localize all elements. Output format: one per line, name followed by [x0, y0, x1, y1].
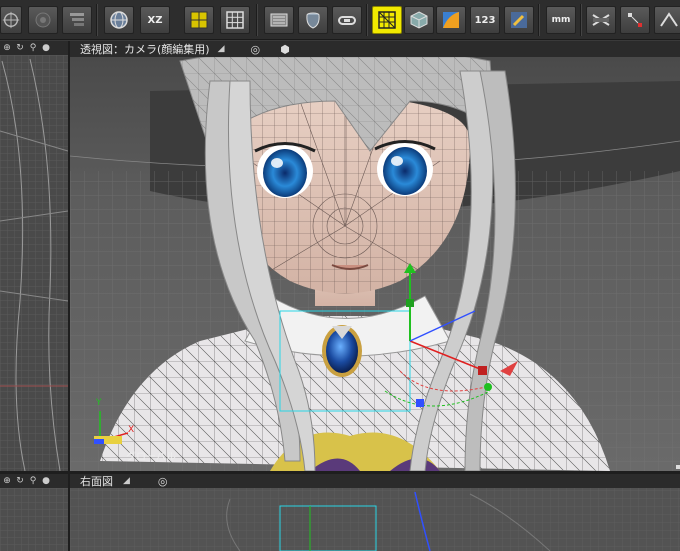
left-viewport-grid: [0, 55, 68, 471]
rotate-mini-icon[interactable]: ↻: [15, 43, 25, 53]
left-viewport[interactable]: ⊕ ↻ ⚲ ●: [0, 41, 68, 471]
right-view-title[interactable]: 右面図: [80, 474, 113, 489]
texture-icon: [443, 12, 459, 28]
snap-tool-button[interactable]: [28, 6, 58, 34]
wireframe-icon: [378, 11, 396, 29]
zoom-mini-icon[interactable]: ⚲: [28, 476, 38, 486]
dropdown-arrow-icon[interactable]: ◢: [218, 44, 225, 54]
surface-icon: [270, 13, 288, 27]
scene-render: [70, 45, 680, 471]
sphere-mini-icon[interactable]: ●: [41, 476, 51, 486]
list-tool-button[interactable]: [62, 6, 92, 34]
solid-toggle-button[interactable]: [404, 6, 434, 34]
link-tool-button[interactable]: [332, 6, 362, 34]
perspective-viewport[interactable]: 透視図：カメラ(顔編集用) ◢ ◎ ⬢ Y X グローバル: [70, 41, 680, 471]
crosshair-icon: [2, 11, 20, 29]
point-toggle-button[interactable]: [620, 6, 650, 34]
wrench-icon: [511, 12, 527, 28]
main-toolbar: XZ 123 mm: [0, 0, 680, 40]
texture-toggle-button[interactable]: [436, 6, 466, 34]
zoom-mini-icon[interactable]: ⚲: [28, 43, 38, 53]
coordinate-mode-label[interactable]: グローバル: [126, 448, 176, 463]
edit-toggle-button[interactable]: [504, 6, 534, 34]
move-tool-button[interactable]: [0, 6, 22, 34]
crosshair-mini-icon[interactable]: ⊕: [2, 43, 12, 53]
grid-yellow-icon: [190, 11, 208, 29]
link-icon: [338, 16, 356, 25]
wireframe-toggle-button[interactable]: [372, 6, 402, 34]
right-view-viewport[interactable]: 右面図 ◢ ◎: [70, 474, 680, 551]
dropdown-arrow-icon[interactable]: ◢: [123, 476, 130, 486]
perspective-viewport-header: 透視図：カメラ(顔編集用) ◢ ◎ ⬢: [70, 41, 680, 57]
grid-toggle-button[interactable]: [220, 6, 250, 34]
cube-small-icon[interactable]: ⬢: [280, 43, 290, 56]
globe-icon: [110, 11, 128, 29]
sphere-mini-icon[interactable]: ●: [41, 43, 51, 53]
extra-icon: [660, 12, 678, 27]
xz-plane-label: XZ: [147, 14, 163, 26]
globe-tool-button[interactable]: [104, 6, 134, 34]
surface-tool-button[interactable]: [264, 6, 294, 34]
bottom-left-toolbar: ⊕ ↻ ⚲ ●: [0, 474, 68, 488]
points-icon: [628, 13, 642, 27]
axis-x-label: X: [128, 425, 135, 435]
revolve-tool-button[interactable]: [298, 6, 328, 34]
target-icon[interactable]: ◎: [158, 475, 168, 488]
cube-icon: [410, 11, 428, 29]
render-toggle-button[interactable]: [586, 6, 616, 34]
grid-yellow-button[interactable]: [184, 6, 214, 34]
axis-y-label: Y: [96, 398, 102, 408]
measure-toggle-button[interactable]: mm: [546, 6, 576, 34]
numeric-toggle-label: 123: [474, 14, 496, 26]
left-viewport-toolbar: ⊕ ↻ ⚲ ●: [0, 41, 68, 55]
viewport-resize-handle[interactable]: [676, 465, 680, 469]
slice-icon: [592, 14, 610, 26]
measure-toggle-label: mm: [551, 15, 571, 25]
numeric-toggle-button[interactable]: 123: [470, 6, 500, 34]
revolve-icon: [306, 12, 320, 29]
crosshair-mini-icon[interactable]: ⊕: [2, 476, 12, 486]
target-icon: [35, 12, 51, 28]
layers-icon: [70, 13, 84, 26]
right-view-header: 右面図 ◢ ◎: [70, 474, 680, 488]
grid-icon: [226, 11, 244, 29]
rotate-mini-icon[interactable]: ↻: [15, 476, 25, 486]
viewport-title[interactable]: 透視図：カメラ(顔編集用): [80, 41, 210, 57]
target-icon[interactable]: ◎: [251, 43, 261, 56]
xz-plane-button[interactable]: XZ: [140, 6, 170, 34]
bottom-left-viewport[interactable]: ⊕ ↻ ⚲ ●: [0, 474, 68, 551]
extra-toggle-button[interactable]: [654, 6, 680, 34]
